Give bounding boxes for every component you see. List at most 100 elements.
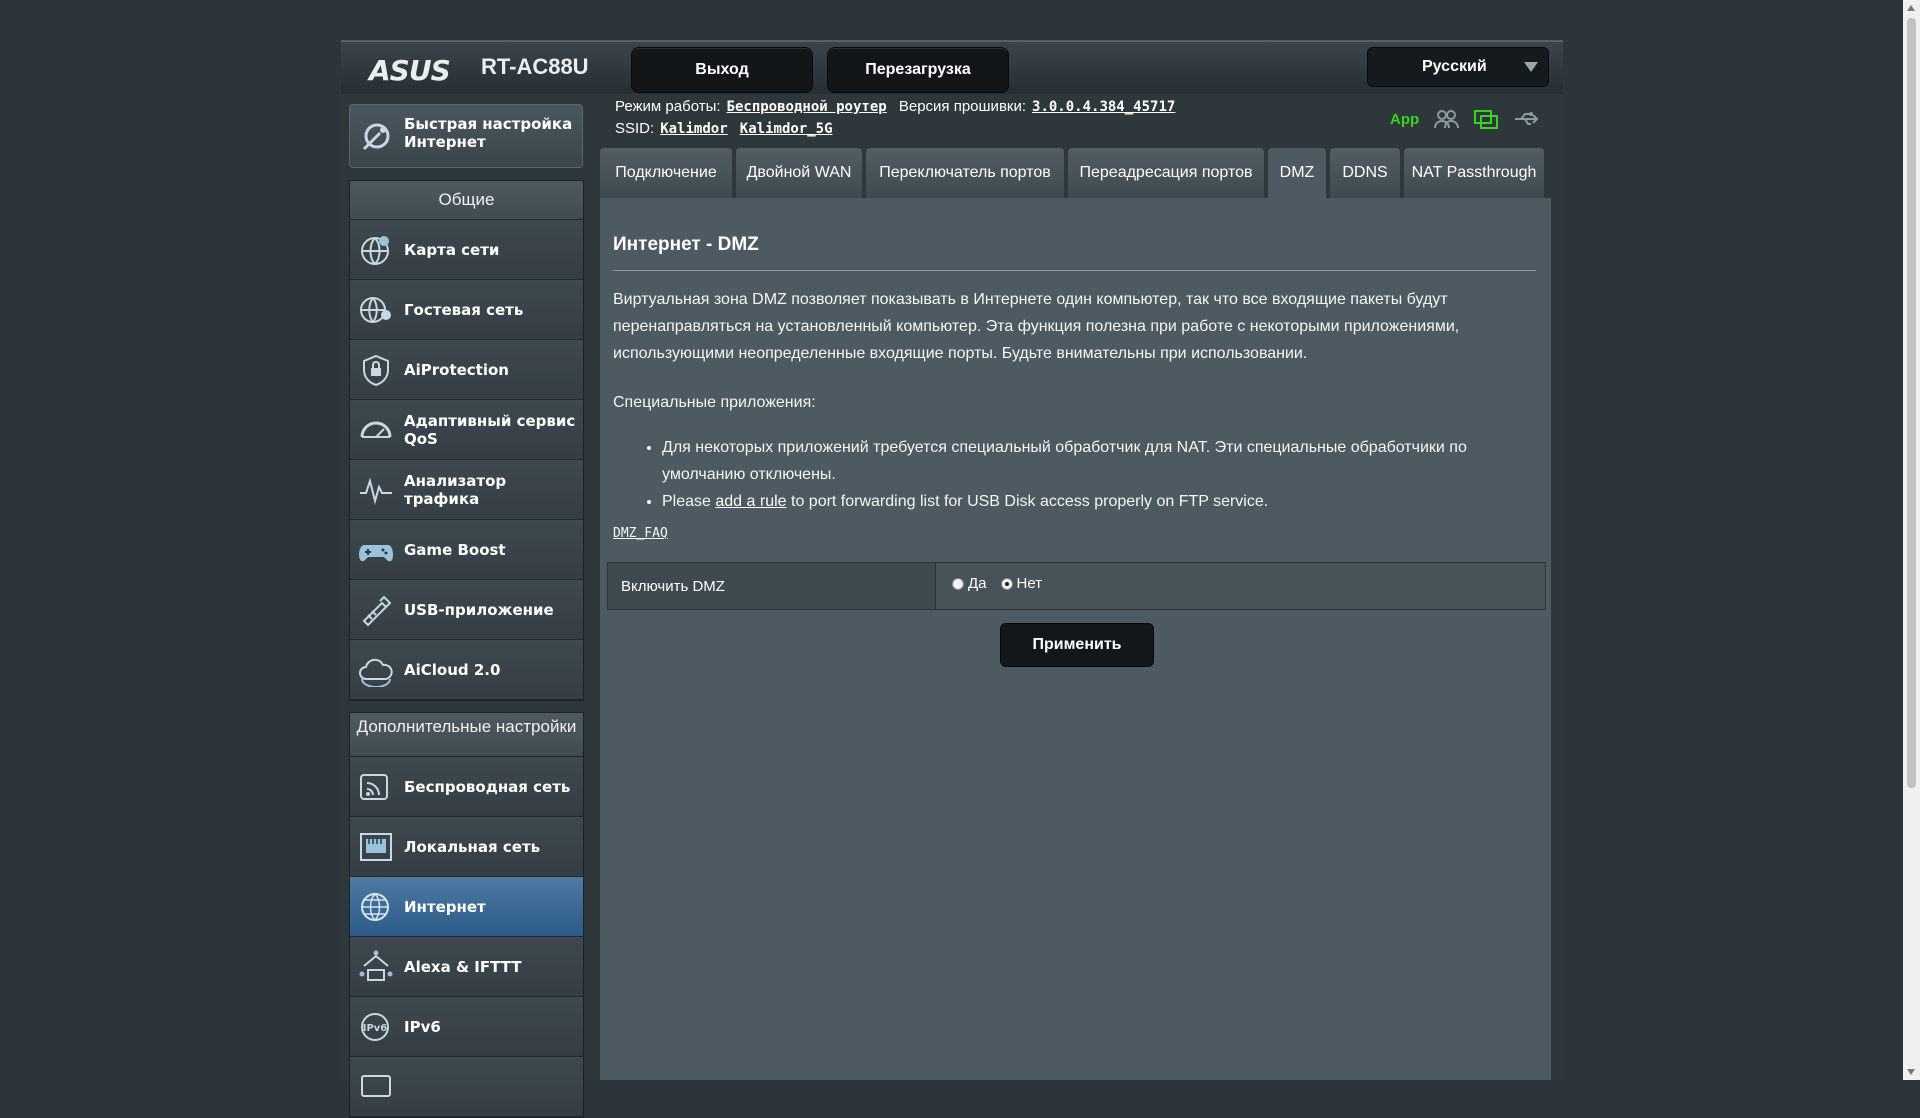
quick-internet-setup-button[interactable]: Быстрая настройка Интернет	[349, 104, 583, 168]
sidebar-item-aiprotection[interactable]: AiProtection	[350, 340, 583, 400]
sidebar-item-label: IPv6	[404, 1017, 441, 1036]
app-link[interactable]: App	[1390, 111, 1419, 128]
wand-icon	[362, 123, 390, 151]
dmz-faq-link[interactable]: DMZ_FAQ	[613, 526, 668, 541]
ssid-label: SSID:	[615, 120, 655, 137]
special-apps-list: Для некоторых приложений требуется специ…	[650, 434, 1522, 515]
internet-status-icon[interactable]	[1473, 108, 1499, 130]
status-icons: App	[1390, 108, 1539, 130]
qos-gauge-icon	[360, 421, 392, 438]
scroll-up-icon[interactable]	[1907, 5, 1915, 11]
list-item: Для некоторых приложений требуется специ…	[662, 434, 1522, 488]
sidebar-item-traffic-analyzer[interactable]: Анализатор трафика	[350, 460, 583, 520]
tab-ddns[interactable]: DDNS	[1330, 148, 1400, 198]
model-name: RT-AC88U	[481, 54, 589, 79]
sidebar-item-label: Локальная сеть	[404, 837, 541, 856]
add-rule-link[interactable]: add a rule	[715, 493, 786, 510]
sidebar-item-label: Интернет	[404, 897, 486, 916]
bullet-text: Please	[662, 493, 711, 510]
sidebar-item-qos[interactable]: Адаптивный сервис QoS	[350, 400, 583, 460]
ssid-link-5g[interactable]: Kalimdor_5G	[740, 121, 833, 137]
traffic-analyzer-icon	[360, 477, 392, 505]
firmware-link[interactable]: 3.0.0.4.384_45717	[1032, 99, 1175, 115]
usb-app-icon	[362, 595, 392, 627]
sidebar-item-lan[interactable]: Локальная сеть	[350, 817, 583, 877]
page-title: Интернет - DMZ	[613, 234, 759, 255]
sidebar-item-usb-application[interactable]: USB-приложение	[350, 580, 583, 640]
sidebar-item-label: Гостевая сеть	[404, 300, 524, 319]
sidebar-item-label: AiCloud 2.0	[404, 660, 501, 679]
ssid-link-24g[interactable]: Kalimdor	[660, 121, 727, 137]
apply-button[interactable]: Применить	[1000, 623, 1154, 667]
language-value: Русский	[1422, 58, 1487, 75]
tab-dual-wan[interactable]: Двойной WAN	[736, 148, 862, 198]
guest-network-icon	[360, 297, 391, 323]
tab-dmz[interactable]: DMZ	[1268, 148, 1326, 198]
sidebar-item-label: Беспроводная сеть	[404, 777, 571, 796]
scroll-thumb[interactable]	[1907, 18, 1916, 788]
sidebar-general: Общие Карта сети Гостевая сеть AiProtect…	[349, 180, 584, 701]
globe-icon	[361, 893, 389, 921]
sidebar-item-internet[interactable]: Интернет	[350, 877, 583, 937]
title-divider	[613, 270, 1536, 271]
cloud-icon	[359, 658, 393, 687]
header-bar: ASUS RT-AC88U Выход Перезагрузка Русский	[341, 40, 1563, 94]
list-item: Please add a rule to port forwarding lis…	[662, 488, 1522, 515]
tab-port-forwarding[interactable]: Переадресация портов	[1068, 148, 1264, 198]
sidebar-item-label: Alexa & IFTTT	[404, 957, 522, 976]
enable-dmz-row: Включить DMZ Да Нет	[607, 562, 1546, 610]
vpn-icon	[361, 1075, 391, 1097]
tab-port-trigger[interactable]: Переключатель портов	[866, 148, 1064, 198]
content-panel: Интернет - DMZ Виртуальная зона DMZ позв…	[600, 198, 1551, 1080]
reboot-button[interactable]: Перезагрузка	[827, 47, 1009, 93]
dmz-no-label: Нет	[1016, 575, 1043, 592]
mode-label: Режим работы:	[615, 98, 721, 115]
sidebar-item-label: Адаптивный сервис QoS	[404, 411, 576, 448]
dmz-yes-radio[interactable]	[952, 577, 964, 590]
sidebar-item-ipv6[interactable]: IPv6 IPv6	[350, 997, 583, 1057]
mode-link[interactable]: Беспроводной роутер	[727, 99, 887, 115]
chevron-down-icon	[1524, 62, 1538, 72]
sidebar-general-title: Общие	[350, 181, 583, 220]
enable-dmz-label: Включить DMZ	[608, 563, 936, 609]
tab-connection[interactable]: Подключение	[600, 148, 732, 198]
sidebar-item-wireless[interactable]: Беспроводная сеть	[350, 757, 583, 817]
sidebar-item-label: USB-приложение	[404, 600, 554, 619]
sidebar-item-label: Карта сети	[404, 240, 500, 259]
dmz-no-radio[interactable]	[1000, 577, 1013, 590]
dmz-yes-label: Да	[968, 575, 987, 592]
gamepad-icon	[359, 545, 393, 562]
wireless-icon	[360, 774, 388, 800]
tab-nat-passthrough[interactable]: NAT Passthrough	[1404, 148, 1544, 198]
sidebar-item-label: Game Boost	[404, 540, 506, 559]
sidebar-item-guest-network[interactable]: Гостевая сеть	[350, 280, 583, 340]
usb-status-icon[interactable]	[1513, 108, 1539, 130]
dmz-description: Виртуальная зона DMZ позволяет показыват…	[613, 291, 1460, 362]
logout-button[interactable]: Выход	[631, 47, 813, 93]
status-info: Режим работы: Беспроводной роутер Версия …	[615, 96, 1175, 140]
sidebar-item-alexa-ifttt[interactable]: Alexa & IFTTT	[350, 937, 583, 997]
sidebar-item-network-map[interactable]: Карта сети	[350, 220, 583, 280]
ipv6-icon: IPv6	[361, 1013, 389, 1041]
sidebar-item-next-partial[interactable]	[350, 1057, 583, 1117]
sidebar-advanced: Дополнительные настройки Беспроводная се…	[349, 712, 584, 1118]
sidebar-advanced-title: Дополнительные настройки	[350, 713, 583, 757]
sidebar-item-label: Анализатор трафика	[404, 471, 507, 508]
bullet-text: to port forwarding list for USB Disk acc…	[791, 493, 1269, 510]
page-scrollbar[interactable]	[1903, 0, 1920, 1080]
special-apps-label: Специальные приложения:	[613, 394, 816, 411]
sidebar-item-aicloud[interactable]: AiCloud 2.0	[350, 640, 583, 700]
quick-setup-label: Быстрая настройка Интернет	[404, 115, 573, 151]
scroll-down-icon[interactable]	[1907, 1069, 1915, 1075]
sidebar-item-label: AiProtection	[404, 360, 509, 379]
clients-icon[interactable]	[1433, 108, 1460, 130]
firmware-label: Версия прошивки:	[898, 98, 1027, 115]
language-select[interactable]: Русский	[1367, 47, 1549, 87]
lan-icon	[360, 833, 392, 861]
svg-text:IPv6: IPv6	[363, 1023, 388, 1034]
alexa-icon	[359, 950, 393, 981]
asus-logo: ASUS	[369, 54, 451, 87]
sidebar-item-game-boost[interactable]: Game Boost	[350, 520, 583, 580]
enable-dmz-options: Да Нет	[952, 575, 1042, 592]
network-map-icon	[361, 236, 389, 265]
